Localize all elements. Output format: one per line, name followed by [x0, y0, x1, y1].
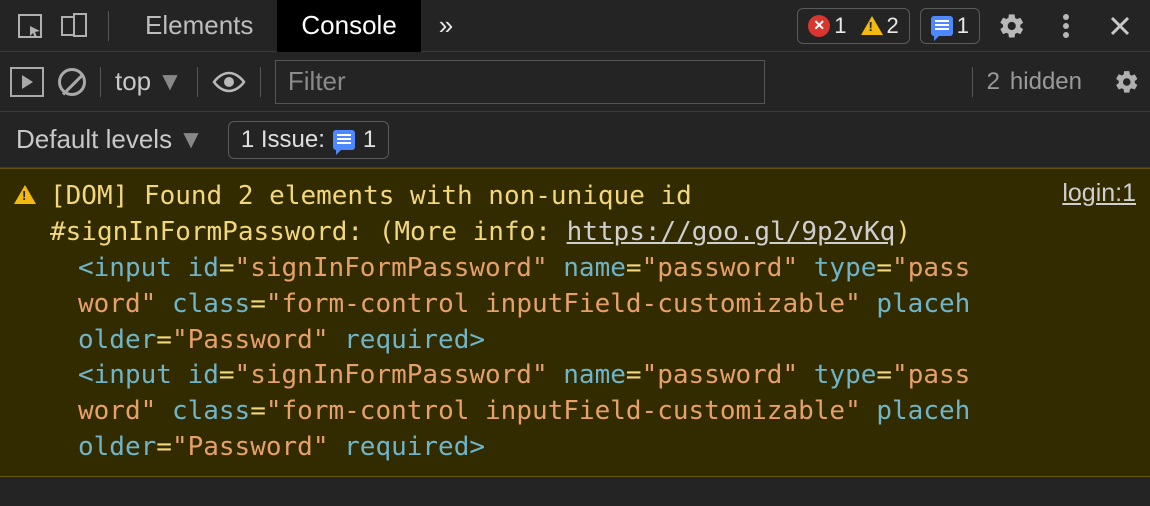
warning-icon: ! — [861, 16, 883, 35]
issues-count: 1 — [957, 13, 969, 39]
message-icon — [931, 16, 953, 36]
source-link[interactable]: login:1 — [1062, 179, 1136, 207]
console-warning-message[interactable]: ! [DOM] Found 2 elements with non-unique… — [0, 168, 1150, 477]
kebab-menu-icon[interactable] — [1044, 12, 1088, 40]
hidden-count: 2 — [987, 68, 1000, 96]
msg-text-b: : (More info: — [347, 217, 566, 247]
msg-text-c: ) — [895, 217, 911, 247]
issues-badge[interactable]: 1 — [920, 8, 980, 44]
toggle-sidebar-icon[interactable] — [10, 67, 44, 97]
issues-button[interactable]: 1 Issue: 1 — [228, 121, 389, 159]
chevron-down-icon: ▼ — [178, 124, 204, 155]
warning-count: 2 — [887, 13, 899, 39]
dom-tag: [DOM] — [50, 181, 128, 211]
log-levels-label: Default levels — [16, 124, 172, 155]
inspect-icon[interactable] — [8, 4, 52, 48]
error-icon: ✕ — [808, 15, 830, 37]
log-levels-selector[interactable]: Default levels ▼ — [16, 124, 204, 155]
status-badges: ✕ 1 ! 2 1 — [797, 8, 980, 44]
msg-text-a: Found 2 elements with non-unique id — [144, 181, 692, 211]
more-info-link[interactable]: https://goo.gl/9p2vKq — [567, 217, 896, 247]
divider — [197, 67, 198, 97]
tab-console-label: Console — [301, 10, 396, 41]
warning-message-body: [DOM] Found 2 elements with non-unique i… — [50, 179, 976, 466]
divider — [108, 11, 109, 41]
hidden-label: hidden — [1010, 68, 1082, 96]
filter-input[interactable] — [275, 60, 765, 104]
hidden-messages[interactable]: 2 hidden — [987, 68, 1082, 96]
more-tabs-icon[interactable]: » — [421, 10, 471, 41]
issues-count: 1 — [363, 126, 376, 154]
errors-warnings-badge[interactable]: ✕ 1 ! 2 — [797, 8, 910, 44]
devtools-main-toolbar: Elements Console » ✕ 1 ! 2 1 — [0, 0, 1150, 52]
device-mode-icon[interactable] — [52, 4, 96, 48]
console-settings-icon[interactable] — [1114, 69, 1140, 95]
tab-console[interactable]: Console — [277, 0, 420, 52]
divider — [260, 67, 261, 97]
tab-elements[interactable]: Elements — [121, 0, 277, 52]
divider — [972, 67, 973, 97]
close-icon[interactable] — [1098, 14, 1142, 38]
chevron-down-icon: ▼ — [157, 66, 183, 97]
message-icon — [333, 130, 355, 150]
warning-row-icon: ! — [14, 179, 50, 466]
context-label: top — [115, 66, 151, 97]
console-levels-toolbar: Default levels ▼ 1 Issue: 1 — [0, 112, 1150, 168]
play-icon — [22, 75, 33, 89]
clear-console-icon[interactable] — [58, 68, 86, 96]
error-count: 1 — [834, 13, 846, 39]
issues-label: 1 Issue: — [241, 126, 325, 154]
live-expression-icon[interactable] — [212, 71, 246, 93]
settings-icon[interactable] — [990, 12, 1034, 40]
divider — [100, 67, 101, 97]
context-selector[interactable]: top ▼ — [115, 66, 183, 97]
tab-elements-label: Elements — [145, 10, 253, 41]
console-toolbar: top ▼ 2 hidden — [0, 52, 1150, 112]
msg-id: #signInFormPassword — [50, 217, 347, 247]
